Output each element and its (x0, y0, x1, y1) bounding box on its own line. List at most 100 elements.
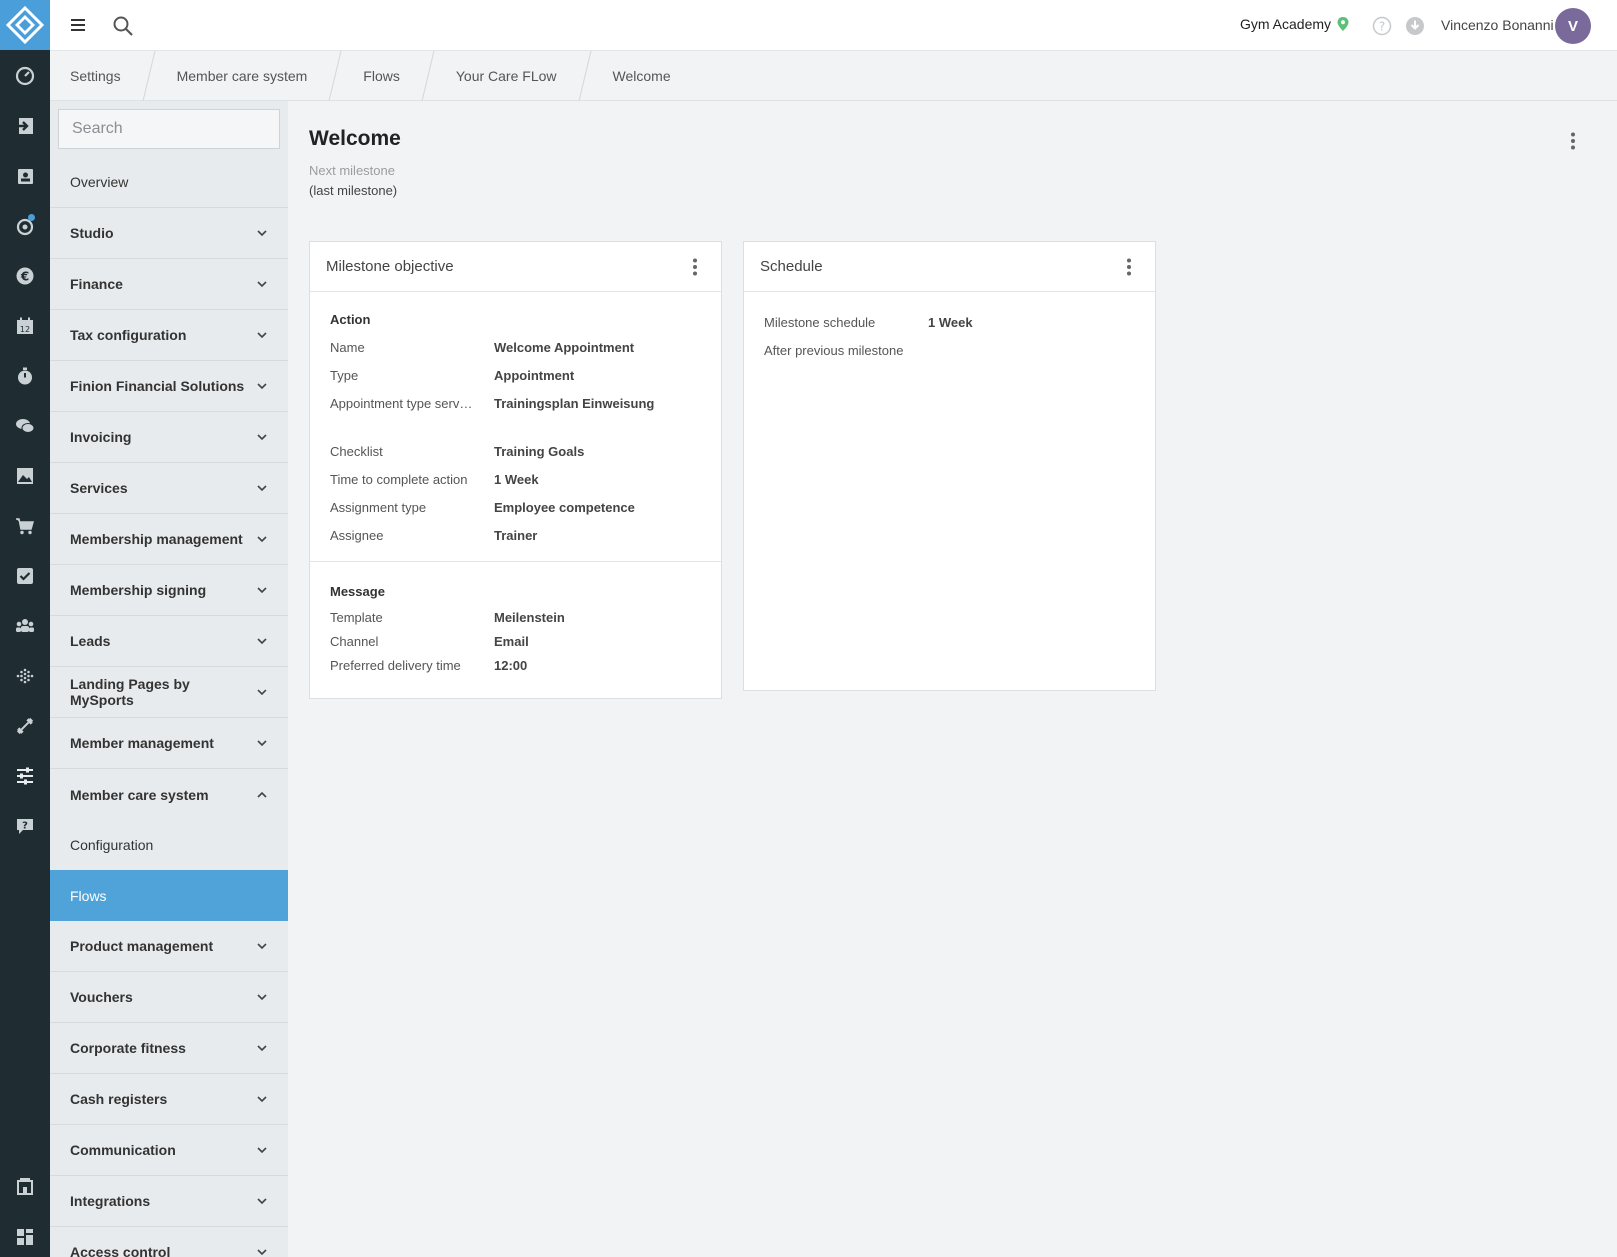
breadcrumb-your-care-flow[interactable]: Your Care FLow (436, 51, 577, 101)
contacts-icon[interactable] (0, 161, 50, 191)
chevron-down-icon (257, 1147, 267, 1154)
sidebar-item-tax-configuration[interactable]: Tax configuration (50, 310, 288, 361)
chevron-down-icon (257, 1198, 267, 1205)
field-value: Employee competence (494, 499, 635, 515)
sidebar-item-label: Product management (70, 938, 214, 954)
schedule-section: Milestone schedule 1 Week After previous … (744, 292, 1155, 376)
sidebar-search-input[interactable] (58, 109, 280, 149)
chevron-down-icon (257, 638, 267, 645)
sidebar-item-label: Finance (70, 276, 123, 292)
download-icon[interactable] (1405, 16, 1425, 36)
sidebar-item-member-care-system[interactable]: Member care system (50, 769, 288, 820)
studio-selector[interactable]: Gym Academy (1240, 16, 1349, 32)
sidebar-item-label: Communication (70, 1142, 176, 1158)
avatar[interactable]: V (1555, 8, 1591, 44)
help-icon[interactable]: ? (1372, 16, 1392, 36)
chevron-down-icon (257, 383, 267, 390)
shop-icon[interactable] (0, 511, 50, 541)
sidebar-item-access-control[interactable]: Access control (50, 1227, 288, 1257)
field-label: Type (330, 367, 359, 383)
user-name[interactable]: Vincenzo Bonanni (1441, 17, 1554, 33)
chevron-down-icon (257, 332, 267, 339)
field-row: Assignee Trainer (330, 521, 701, 549)
field-value: Appointment (494, 367, 575, 383)
field-label: Assignee (330, 527, 384, 543)
chevron-down-icon (257, 281, 267, 288)
sidebar-item-finion[interactable]: Finion Financial Solutions (50, 361, 288, 412)
more-options-icon[interactable] (1563, 131, 1583, 151)
analytics-icon[interactable] (0, 661, 50, 691)
sidebar-item-label: Membership management (70, 531, 243, 547)
gallery-icon[interactable] (0, 461, 50, 491)
sidebar-item-label: Leads (70, 633, 111, 649)
icon-rail: € 12 ? (0, 0, 50, 1257)
sidebar-item-overview[interactable]: Overview (50, 157, 288, 208)
field-row: Checklist Training Goals (330, 437, 701, 465)
sidebar-item-membership-management[interactable]: Membership management (50, 514, 288, 565)
sidebar-item-corporate-fitness[interactable]: Corporate fitness (50, 1023, 288, 1074)
sidebar-subitem-flows[interactable]: Flows (50, 870, 288, 921)
sidebar-subitem-configuration[interactable]: Configuration (50, 820, 288, 870)
equipment-icon[interactable] (0, 711, 50, 741)
breadcrumb-welcome[interactable]: Welcome (593, 51, 691, 101)
check-in-icon[interactable] (0, 111, 50, 141)
notification-dot (28, 214, 35, 221)
support-icon[interactable]: ? (0, 811, 50, 841)
calendar-icon[interactable]: 12 (0, 311, 50, 341)
sidebar-item-studio[interactable]: Studio (50, 208, 288, 259)
tasks-icon[interactable] (0, 561, 50, 591)
settings-icon[interactable] (0, 761, 50, 791)
menu-icon[interactable] (68, 15, 88, 35)
search-icon[interactable] (112, 15, 134, 37)
field-label: Template (330, 609, 383, 625)
finance-icon[interactable]: € (0, 261, 50, 291)
sidebar-item-integrations[interactable]: Integrations (50, 1176, 288, 1227)
member-care-icon[interactable] (0, 211, 50, 241)
field-row: Appointment type serv… Trainingsplan Einw… (330, 389, 701, 417)
breadcrumb-member-care-system[interactable]: Member care system (157, 51, 328, 101)
chevron-down-icon (257, 994, 267, 1001)
sidebar-item-product-management[interactable]: Product management (50, 921, 288, 972)
sidebar-item-landing-pages[interactable]: Landing Pages by MySports (50, 667, 288, 718)
sidebar-item-membership-signing[interactable]: Membership signing (50, 565, 288, 616)
sidebar-item-finance[interactable]: Finance (50, 259, 288, 310)
breadcrumb-settings[interactable]: Settings (50, 51, 141, 101)
card-header: Schedule (744, 242, 1155, 292)
sidebar-item-label: Tax configuration (70, 327, 187, 343)
store-icon[interactable] (0, 1171, 50, 1201)
section-title: Action (330, 312, 371, 327)
location-pin-icon (1337, 17, 1349, 31)
sidebar-item-vouchers[interactable]: Vouchers (50, 972, 288, 1023)
app-logo[interactable] (0, 0, 50, 50)
sidebar-item-communication[interactable]: Communication (50, 1125, 288, 1176)
timer-icon[interactable] (0, 361, 50, 391)
sidebar-item-label: Studio (70, 225, 114, 241)
sidebar-item-leads[interactable]: Leads (50, 616, 288, 667)
breadcrumb-flows[interactable]: Flows (343, 51, 420, 101)
members-icon[interactable] (0, 611, 50, 641)
dashboard-icon[interactable] (0, 61, 50, 91)
more-options-icon[interactable] (1119, 257, 1139, 277)
field-value: Training Goals (494, 443, 585, 459)
svg-text:?: ? (1379, 20, 1385, 34)
sidebar-item-services[interactable]: Services (50, 463, 288, 514)
field-label: Appointment type serv… (330, 395, 473, 411)
apps-icon[interactable] (0, 1222, 50, 1252)
field-row: Channel Email (330, 629, 701, 653)
breadcrumb-separator (577, 50, 593, 101)
sidebar-item-label: Flows (70, 887, 107, 904)
sidebar-item-member-management[interactable]: Member management (50, 718, 288, 769)
sidebar-item-cash-registers[interactable]: Cash registers (50, 1074, 288, 1125)
next-milestone-value: (last milestone) (309, 183, 398, 198)
chevron-down-icon (257, 1249, 267, 1256)
chevron-down-icon (257, 689, 267, 696)
sidebar-item-label: Finion Financial Solutions (70, 378, 245, 394)
more-options-icon[interactable] (685, 257, 705, 277)
field-label: Time to complete action (330, 471, 468, 487)
sidebar-item-invoicing[interactable]: Invoicing (50, 412, 288, 463)
chat-icon[interactable] (0, 411, 50, 441)
chevron-down-icon (257, 485, 267, 492)
field-label: Channel (330, 633, 379, 649)
field-row: Time to complete action 1 Week (330, 465, 701, 493)
svg-text:?: ? (22, 821, 28, 832)
